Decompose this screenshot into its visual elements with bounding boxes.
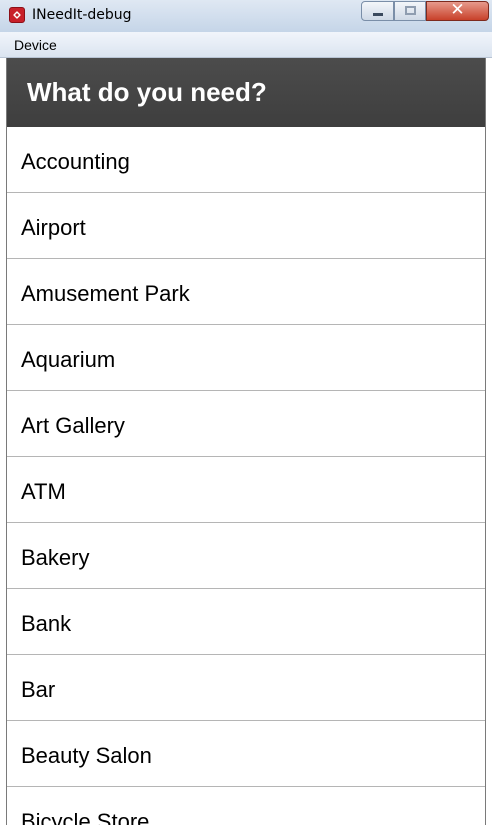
list-item-label: Beauty Salon: [21, 743, 152, 768]
list-item-label: Bakery: [21, 545, 90, 570]
window-title: INeedIt-debug: [32, 7, 132, 23]
window-titlebar: INeedIt-debug ✕: [0, 0, 492, 33]
list-item-label: Airport: [21, 215, 86, 240]
list-item[interactable]: Aquarium: [7, 325, 485, 391]
list-item[interactable]: Bank: [7, 589, 485, 655]
list-item-label: Aquarium: [21, 347, 116, 372]
maximize-button[interactable]: [394, 1, 426, 21]
action-bar: What do you need?: [7, 58, 485, 127]
list-item[interactable]: Bar: [7, 655, 485, 721]
list-item[interactable]: Bicycle Store: [7, 787, 485, 825]
list-item-label: Amusement Park: [21, 281, 190, 306]
menu-bar: Device: [0, 32, 492, 58]
list-item-label: Bar: [21, 677, 56, 702]
minimize-icon: [373, 13, 383, 16]
menu-item-device[interactable]: Device: [14, 37, 57, 53]
maximize-icon: [405, 6, 416, 15]
app-frame: What do you need? Accounting Airport Amu…: [6, 58, 486, 825]
list-item[interactable]: Bakery: [7, 523, 485, 589]
page-title: What do you need?: [27, 77, 267, 107]
list-item[interactable]: Art Gallery: [7, 391, 485, 457]
list-item-label: Bicycle Store: [21, 809, 150, 825]
list-item-label: Bank: [21, 611, 72, 636]
minimize-button[interactable]: [361, 1, 394, 21]
list-item[interactable]: ATM: [7, 457, 485, 523]
list-item-label: ATM: [21, 479, 66, 504]
list-item-label: Accounting: [21, 149, 130, 174]
list-item[interactable]: Airport: [7, 193, 485, 259]
app-icon: [9, 7, 25, 23]
list-item[interactable]: Amusement Park: [7, 259, 485, 325]
close-button[interactable]: ✕: [426, 0, 489, 21]
list-item-label: Art Gallery: [21, 413, 125, 438]
list-item[interactable]: Accounting: [7, 127, 485, 193]
list-item[interactable]: Beauty Salon: [7, 721, 485, 787]
category-list[interactable]: Accounting Airport Amusement Park Aquari…: [7, 127, 485, 825]
close-icon: ✕: [450, 0, 465, 20]
